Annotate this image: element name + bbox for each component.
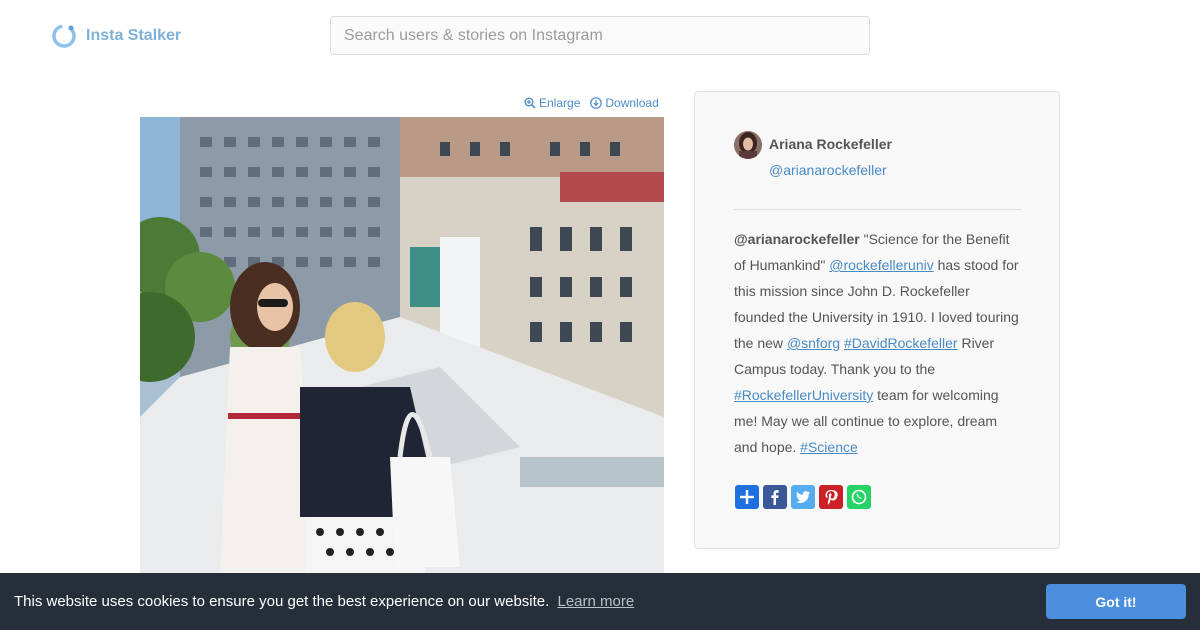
- share-pinterest-button[interactable]: [819, 485, 843, 509]
- post-details-panel: Ariana Rockefeller @arianarockefeller @a…: [694, 91, 1060, 549]
- share-whatsapp-button[interactable]: [847, 485, 871, 509]
- site-logo[interactable]: Insta Stalker: [50, 22, 181, 50]
- hashtag-link-rockefelleruniversity[interactable]: #RockefellerUniversity: [734, 387, 873, 403]
- mention-link-snforg[interactable]: @snforg: [787, 335, 840, 351]
- twitter-icon: [796, 491, 810, 503]
- hashtag-link-science[interactable]: #Science: [800, 439, 858, 455]
- cookie-banner: This website uses cookies to ensure you …: [0, 573, 1200, 630]
- cookie-accept-button[interactable]: Got it!: [1046, 584, 1186, 619]
- plus-share-icon: [740, 490, 754, 504]
- download-circle-icon: [590, 97, 603, 109]
- site-header: Insta Stalker: [0, 0, 1200, 72]
- share-twitter-button[interactable]: [791, 485, 815, 509]
- enlarge-label: Enlarge: [539, 96, 581, 110]
- share-facebook-button[interactable]: [763, 485, 787, 509]
- post-photo[interactable]: [140, 117, 664, 577]
- cookie-learn-more-link[interactable]: Learn more: [557, 593, 634, 610]
- share-buttons: [735, 485, 871, 509]
- mention-link-rockefelleruniv[interactable]: @rockefelleruniv: [829, 257, 933, 273]
- zoom-in-icon: [524, 97, 536, 109]
- download-label: Download: [605, 96, 659, 110]
- caption-author: arianarockefeller: [747, 231, 860, 247]
- hashtag-link-davidrockefeller[interactable]: #DavidRockefeller: [844, 335, 958, 351]
- avatar[interactable]: [734, 131, 762, 159]
- post-photo-image: [140, 117, 664, 577]
- pinterest-icon: [825, 490, 838, 505]
- avatar-image: [734, 131, 762, 159]
- whatsapp-icon: [851, 489, 867, 505]
- cookie-message: This website uses cookies to ensure you …: [14, 593, 634, 610]
- profile-display-name[interactable]: Ariana Rockefeller: [769, 136, 892, 152]
- facebook-icon: [771, 490, 779, 505]
- search-input[interactable]: [330, 16, 870, 55]
- media-actions: Enlarge Download: [524, 96, 659, 110]
- share-plus-button[interactable]: [735, 485, 759, 509]
- profile-handle-link[interactable]: @arianarockefeller: [769, 162, 887, 178]
- post-caption: @arianarockefeller "Science for the Bene…: [734, 226, 1024, 460]
- caption-author-at: @: [734, 231, 748, 247]
- download-link[interactable]: Download: [590, 96, 659, 110]
- divider: [734, 209, 1021, 210]
- ring-logo-icon: [52, 24, 76, 48]
- cookie-message-text: This website uses cookies to ensure you …: [14, 593, 550, 610]
- enlarge-link[interactable]: Enlarge: [524, 96, 580, 110]
- logo-text: Insta Stalker: [86, 27, 182, 44]
